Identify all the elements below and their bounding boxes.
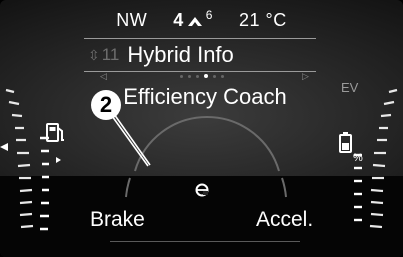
menu-title: Hybrid Info (127, 42, 234, 67)
callout-badge: 2 (91, 90, 121, 120)
current-gear: 4 (173, 10, 184, 30)
brake-label: Brake (90, 208, 145, 231)
page-dot-active (203, 74, 208, 78)
status-bar: NW 4 6 21 °C (0, 7, 403, 31)
page-dot (187, 74, 191, 78)
menu-title-row[interactable]: ⇳ 11 Hybrid Info (84, 38, 316, 72)
page-dot (179, 74, 183, 78)
gear-indicator: 4 6 (173, 7, 213, 31)
bottom-divider (110, 241, 300, 242)
page-dot (212, 74, 216, 78)
instrument-display: % NW 4 6 21 °C ⇳ 11 Hybrid Info ◁ ▷ Effi… (0, 0, 403, 257)
compass-heading: NW (116, 10, 148, 30)
accel-label: Accel. (256, 208, 314, 231)
page-right-arrow-icon[interactable]: ▷ (302, 71, 309, 82)
max-gear: 6 (205, 7, 213, 22)
page-indicator-dots (0, 74, 403, 78)
page-dot (195, 74, 199, 78)
gear-shift-up-icon (187, 16, 202, 26)
ev-label: EV (341, 80, 359, 95)
page-dot (220, 74, 224, 78)
menu-scroll-updown-icon: ⇳ (88, 46, 100, 63)
page-subtitle: Efficiency Coach (123, 84, 287, 109)
outside-temperature: 21 °C (238, 10, 287, 30)
menu-page-number: 11 (101, 45, 120, 64)
